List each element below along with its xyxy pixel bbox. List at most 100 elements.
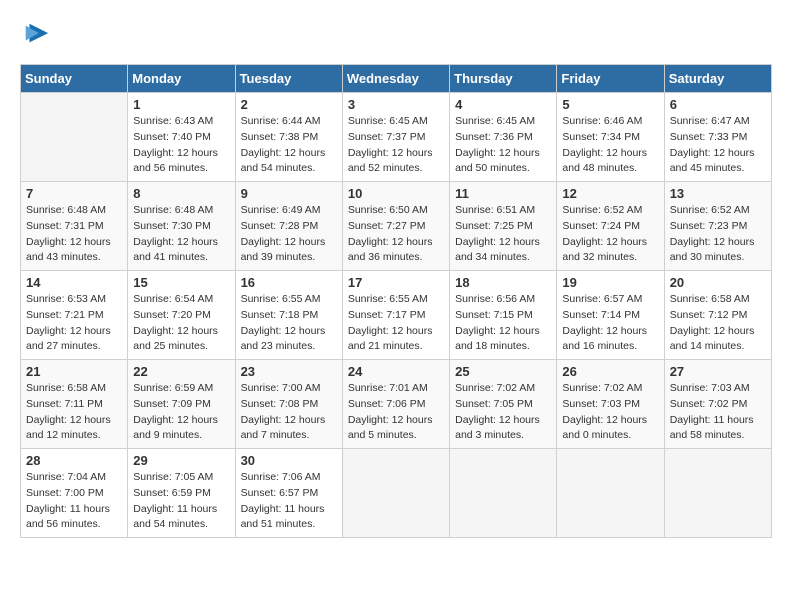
weekday-header-wednesday: Wednesday	[342, 65, 449, 93]
day-number: 5	[562, 97, 658, 112]
calendar-cell: 27Sunrise: 7:03 AMSunset: 7:02 PMDayligh…	[664, 360, 771, 449]
calendar-cell: 11 Sunrise: 6:51 AMSunset: 7:25 PMDayligh…	[450, 182, 557, 271]
day-number: 3	[348, 97, 444, 112]
day-number: 12	[562, 186, 658, 201]
calendar-cell: 22 Sunrise: 6:59 AMSunset: 7:09 PMDayligh…	[128, 360, 235, 449]
calendar-cell: 10 Sunrise: 6:50 AMSunset: 7:27 PMDayligh…	[342, 182, 449, 271]
day-number: 17	[348, 275, 444, 290]
day-number: 2	[241, 97, 337, 112]
week-row-5: 28 Sunrise: 7:04 AMSunset: 7:00 PMDayligh…	[21, 449, 772, 538]
day-number: 27	[670, 364, 766, 379]
weekday-header-row: SundayMondayTuesdayWednesdayThursdayFrid…	[21, 65, 772, 93]
day-number: 24	[348, 364, 444, 379]
calendar-cell: 14 Sunrise: 6:53 AMSunset: 7:21 PMDayligh…	[21, 271, 128, 360]
calendar-cell: 16 Sunrise: 6:55 AMSunset: 7:18 PMDayligh…	[235, 271, 342, 360]
calendar-cell: 30 Sunrise: 7:06 AMSunset: 6:57 PMDayligh…	[235, 449, 342, 538]
week-row-4: 21 Sunrise: 6:58 AMSunset: 7:11 PMDayligh…	[21, 360, 772, 449]
day-info: Sunrise: 6:52 AMSunset: 7:23 PMDaylight:…	[670, 203, 766, 266]
calendar-cell: 1 Sunrise: 6:43 AMSunset: 7:40 PMDaylight…	[128, 93, 235, 182]
day-info: Sunrise: 6:53 AMSunset: 7:21 PMDaylight:…	[26, 292, 122, 355]
calendar-cell: 13 Sunrise: 6:52 AMSunset: 7:23 PMDayligh…	[664, 182, 771, 271]
calendar-cell: 15Sunrise: 6:54 AMSunset: 7:20 PMDayligh…	[128, 271, 235, 360]
day-number: 11	[455, 186, 551, 201]
calendar-cell: 25 Sunrise: 7:02 AMSunset: 7:05 PMDayligh…	[450, 360, 557, 449]
logo-icon	[22, 20, 50, 48]
calendar-cell: 4 Sunrise: 6:45 AMSunset: 7:36 PMDaylight…	[450, 93, 557, 182]
day-number: 10	[348, 186, 444, 201]
day-number: 14	[26, 275, 122, 290]
weekday-header-sunday: Sunday	[21, 65, 128, 93]
day-number: 1	[133, 97, 229, 112]
weekday-header-tuesday: Tuesday	[235, 65, 342, 93]
day-number: 6	[670, 97, 766, 112]
calendar-cell: 18 Sunrise: 6:56 AMSunset: 7:15 PMDayligh…	[450, 271, 557, 360]
calendar-cell: 21 Sunrise: 6:58 AMSunset: 7:11 PMDayligh…	[21, 360, 128, 449]
day-number: 29	[133, 453, 229, 468]
day-info: Sunrise: 6:45 AMSunset: 7:37 PMDaylight:…	[348, 114, 444, 177]
calendar-cell: 12 Sunrise: 6:52 AMSunset: 7:24 PMDayligh…	[557, 182, 664, 271]
calendar-cell: 8 Sunrise: 6:48 AMSunset: 7:30 PMDaylight…	[128, 182, 235, 271]
calendar-cell: 6Sunrise: 6:47 AMSunset: 7:33 PMDaylight…	[664, 93, 771, 182]
calendar-cell: 5Sunrise: 6:46 AMSunset: 7:34 PMDaylight…	[557, 93, 664, 182]
day-info: Sunrise: 6:45 AMSunset: 7:36 PMDaylight:…	[455, 114, 551, 177]
day-info: Sunrise: 7:06 AMSunset: 6:57 PMDaylight:…	[241, 470, 337, 533]
day-number: 4	[455, 97, 551, 112]
weekday-header-friday: Friday	[557, 65, 664, 93]
calendar-cell: 9 Sunrise: 6:49 AMSunset: 7:28 PMDaylight…	[235, 182, 342, 271]
day-number: 23	[241, 364, 337, 379]
day-info: Sunrise: 6:52 AMSunset: 7:24 PMDaylight:…	[562, 203, 658, 266]
day-info: Sunrise: 6:43 AMSunset: 7:40 PMDaylight:…	[133, 114, 229, 177]
day-number: 18	[455, 275, 551, 290]
day-info: Sunrise: 7:02 AMSunset: 7:05 PMDaylight:…	[455, 381, 551, 444]
day-number: 13	[670, 186, 766, 201]
day-info: Sunrise: 6:54 AMSunset: 7:20 PMDaylight:…	[133, 292, 229, 355]
day-info: Sunrise: 7:04 AMSunset: 7:00 PMDaylight:…	[26, 470, 122, 533]
day-info: Sunrise: 7:02 AMSunset: 7:03 PMDaylight:…	[562, 381, 658, 444]
week-row-3: 14 Sunrise: 6:53 AMSunset: 7:21 PMDayligh…	[21, 271, 772, 360]
day-number: 28	[26, 453, 122, 468]
weekday-header-thursday: Thursday	[450, 65, 557, 93]
day-info: Sunrise: 6:57 AMSunset: 7:14 PMDaylight:…	[562, 292, 658, 355]
logo	[20, 20, 50, 48]
calendar-cell	[450, 449, 557, 538]
day-number: 30	[241, 453, 337, 468]
day-info: Sunrise: 6:59 AMSunset: 7:09 PMDaylight:…	[133, 381, 229, 444]
day-number: 25	[455, 364, 551, 379]
weekday-header-saturday: Saturday	[664, 65, 771, 93]
calendar-table: SundayMondayTuesdayWednesdayThursdayFrid…	[20, 64, 772, 538]
day-info: Sunrise: 6:51 AMSunset: 7:25 PMDaylight:…	[455, 203, 551, 266]
day-info: Sunrise: 6:56 AMSunset: 7:15 PMDaylight:…	[455, 292, 551, 355]
day-info: Sunrise: 6:48 AMSunset: 7:30 PMDaylight:…	[133, 203, 229, 266]
day-number: 16	[241, 275, 337, 290]
page-header	[20, 20, 772, 48]
day-info: Sunrise: 6:48 AMSunset: 7:31 PMDaylight:…	[26, 203, 122, 266]
week-row-1: 1 Sunrise: 6:43 AMSunset: 7:40 PMDaylight…	[21, 93, 772, 182]
day-number: 22	[133, 364, 229, 379]
day-info: Sunrise: 6:58 AMSunset: 7:12 PMDaylight:…	[670, 292, 766, 355]
calendar-cell: 28 Sunrise: 7:04 AMSunset: 7:00 PMDayligh…	[21, 449, 128, 538]
calendar-cell	[664, 449, 771, 538]
day-number: 8	[133, 186, 229, 201]
day-number: 9	[241, 186, 337, 201]
day-info: Sunrise: 7:00 AMSunset: 7:08 PMDaylight:…	[241, 381, 337, 444]
calendar-cell: 17Sunrise: 6:55 AMSunset: 7:17 PMDayligh…	[342, 271, 449, 360]
calendar-cell: 23 Sunrise: 7:00 AMSunset: 7:08 PMDayligh…	[235, 360, 342, 449]
calendar-cell	[21, 93, 128, 182]
calendar-cell: 29Sunrise: 7:05 AMSunset: 6:59 PMDayligh…	[128, 449, 235, 538]
calendar-cell: 2Sunrise: 6:44 AMSunset: 7:38 PMDaylight…	[235, 93, 342, 182]
day-info: Sunrise: 6:50 AMSunset: 7:27 PMDaylight:…	[348, 203, 444, 266]
day-number: 21	[26, 364, 122, 379]
calendar-cell: 24 Sunrise: 7:01 AMSunset: 7:06 PMDayligh…	[342, 360, 449, 449]
calendar-cell: 3 Sunrise: 6:45 AMSunset: 7:37 PMDaylight…	[342, 93, 449, 182]
calendar-cell	[557, 449, 664, 538]
week-row-2: 7Sunrise: 6:48 AMSunset: 7:31 PMDaylight…	[21, 182, 772, 271]
calendar-cell: 7Sunrise: 6:48 AMSunset: 7:31 PMDaylight…	[21, 182, 128, 271]
day-info: Sunrise: 7:01 AMSunset: 7:06 PMDaylight:…	[348, 381, 444, 444]
day-info: Sunrise: 6:49 AMSunset: 7:28 PMDaylight:…	[241, 203, 337, 266]
day-info: Sunrise: 6:55 AMSunset: 7:18 PMDaylight:…	[241, 292, 337, 355]
day-info: Sunrise: 6:58 AMSunset: 7:11 PMDaylight:…	[26, 381, 122, 444]
calendar-cell: 20Sunrise: 6:58 AMSunset: 7:12 PMDayligh…	[664, 271, 771, 360]
calendar-cell: 26Sunrise: 7:02 AMSunset: 7:03 PMDayligh…	[557, 360, 664, 449]
calendar-cell	[342, 449, 449, 538]
calendar-cell: 19Sunrise: 6:57 AMSunset: 7:14 PMDayligh…	[557, 271, 664, 360]
